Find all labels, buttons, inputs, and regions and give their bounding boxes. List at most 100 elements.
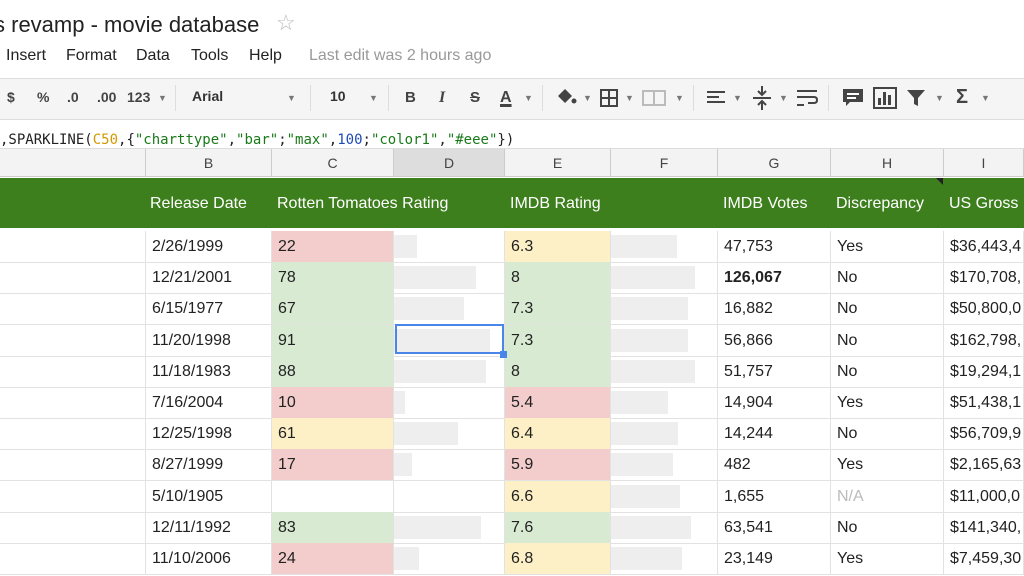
merge-cells-icon[interactable] [642,89,666,112]
column-header-f[interactable]: F [611,149,718,177]
table-cell[interactable]: 67 [272,293,394,325]
table-cell[interactable]: 8/27/1999 [146,449,272,481]
table-cell[interactable]: 7.3 [505,324,611,356]
chevron-down-icon[interactable]: ▼ [583,93,592,103]
chevron-down-icon[interactable]: ▼ [287,93,296,103]
table-cell[interactable]: $36,443,4 [944,231,1024,262]
font-size-select[interactable]: 10 [330,88,346,110]
table-cell[interactable] [394,511,505,543]
table-cell[interactable]: No [831,418,944,450]
table-cell[interactable]: Yes [831,387,944,418]
table-cell[interactable]: No [831,324,944,356]
table-cell[interactable] [0,543,146,574]
header-imdb-votes[interactable]: IMDB Votes [723,195,807,213]
table-cell[interactable] [0,231,146,262]
table-cell[interactable] [611,543,718,574]
column-header-i[interactable]: I [944,149,1024,177]
selected-cell[interactable] [395,324,504,354]
table-cell[interactable]: $51,438,1 [944,387,1024,418]
header-imdb-rating[interactable]: IMDB Rating [510,195,601,213]
table-cell[interactable]: 12/11/1992 [146,511,272,543]
document-title[interactable]: s revamp - movie database [0,12,259,38]
table-cell[interactable]: 5/10/1905 [146,480,272,512]
table-cell[interactable]: 2/26/1999 [146,231,272,262]
table-cell[interactable] [394,293,505,325]
table-cell[interactable]: 6/15/1977 [146,293,272,325]
font-family-select[interactable]: Arial [192,88,223,110]
table-cell[interactable] [611,324,718,356]
chevron-down-icon[interactable]: ▼ [935,93,944,103]
text-wrap-icon[interactable] [796,88,819,113]
table-cell[interactable]: No [831,511,944,543]
table-cell[interactable]: 14,904 [718,387,831,418]
table-cell[interactable] [394,262,505,294]
table-cell[interactable]: 5.4 [505,387,611,418]
table-cell[interactable] [611,262,718,294]
table-cell[interactable]: 16,882 [718,293,831,325]
chevron-down-icon[interactable]: ▼ [981,93,990,103]
table-cell[interactable] [611,418,718,450]
table-cell[interactable] [0,355,146,387]
table-cell[interactable] [394,480,505,512]
table-cell[interactable] [0,511,146,543]
table-cell[interactable] [0,449,146,481]
table-cell[interactable]: $170,708, [944,262,1024,294]
table-cell[interactable]: 8 [505,355,611,387]
table-cell[interactable]: 1,655 [718,480,831,512]
table-cell[interactable]: 22 [272,231,394,262]
table-cell[interactable] [611,355,718,387]
column-header-h[interactable]: H [831,149,944,177]
table-cell[interactable]: 56,866 [718,324,831,356]
fill-color-icon[interactable] [555,87,577,112]
table-cell[interactable]: 12/25/1998 [146,418,272,450]
table-cell[interactable] [394,387,505,418]
table-cell[interactable]: 11/18/1983 [146,355,272,387]
chevron-down-icon[interactable]: ▼ [625,93,634,103]
currency-format-button[interactable]: $ [7,89,15,105]
star-icon[interactable]: ☆ [276,10,296,36]
fill-handle[interactable] [500,351,507,358]
text-color-button[interactable]: A [500,89,512,107]
align-left-icon[interactable] [706,89,726,112]
table-cell[interactable]: $19,294,1 [944,355,1024,387]
header-discrepancy[interactable]: Discrepancy [836,195,924,213]
table-cell[interactable]: 88 [272,355,394,387]
table-cell[interactable]: 14,244 [718,418,831,450]
table-cell[interactable]: No [831,293,944,325]
table-cell[interactable]: $141,340, [944,511,1024,543]
menu-insert[interactable]: Insert [6,47,46,65]
column-header-d[interactable]: D [394,149,505,177]
column-header-c[interactable]: C [272,149,394,177]
percent-format-button[interactable]: % [37,89,49,105]
table-cell[interactable]: $7,459,30 [944,543,1024,574]
table-cell[interactable] [394,543,505,574]
column-header-a[interactable] [0,149,146,177]
table-cell[interactable]: N/A [831,480,944,512]
italic-button[interactable]: I [439,89,445,107]
menu-data[interactable]: Data [136,47,170,65]
chevron-down-icon[interactable]: ▼ [779,93,788,103]
table-cell[interactable]: 51,757 [718,355,831,387]
table-cell[interactable]: Yes [831,543,944,574]
table-cell[interactable]: 6.3 [505,231,611,262]
borders-icon[interactable] [600,89,618,112]
table-cell[interactable]: $162,798, [944,324,1024,356]
table-cell[interactable]: 6.4 [505,418,611,450]
bold-button[interactable]: B [405,89,416,106]
table-cell[interactable]: 7.6 [505,511,611,543]
decrease-decimal-button[interactable]: .0 [67,89,79,105]
chevron-down-icon[interactable]: ▼ [733,93,742,103]
table-cell[interactable]: 8 [505,262,611,294]
table-cell[interactable]: 63,541 [718,511,831,543]
table-cell[interactable]: $2,165,63 [944,449,1024,481]
table-cell[interactable] [611,231,718,262]
table-cell[interactable]: $11,000,0 [944,480,1024,512]
table-cell[interactable]: 17 [272,449,394,481]
table-cell[interactable] [394,418,505,450]
table-cell[interactable]: 7/16/2004 [146,387,272,418]
functions-icon[interactable]: Σ [956,86,968,109]
menu-help[interactable]: Help [249,47,282,65]
header-rotten-tomatoes[interactable]: Rotten Tomatoes Rating [277,195,448,213]
table-cell[interactable]: 61 [272,418,394,450]
table-cell[interactable]: Yes [831,231,944,262]
